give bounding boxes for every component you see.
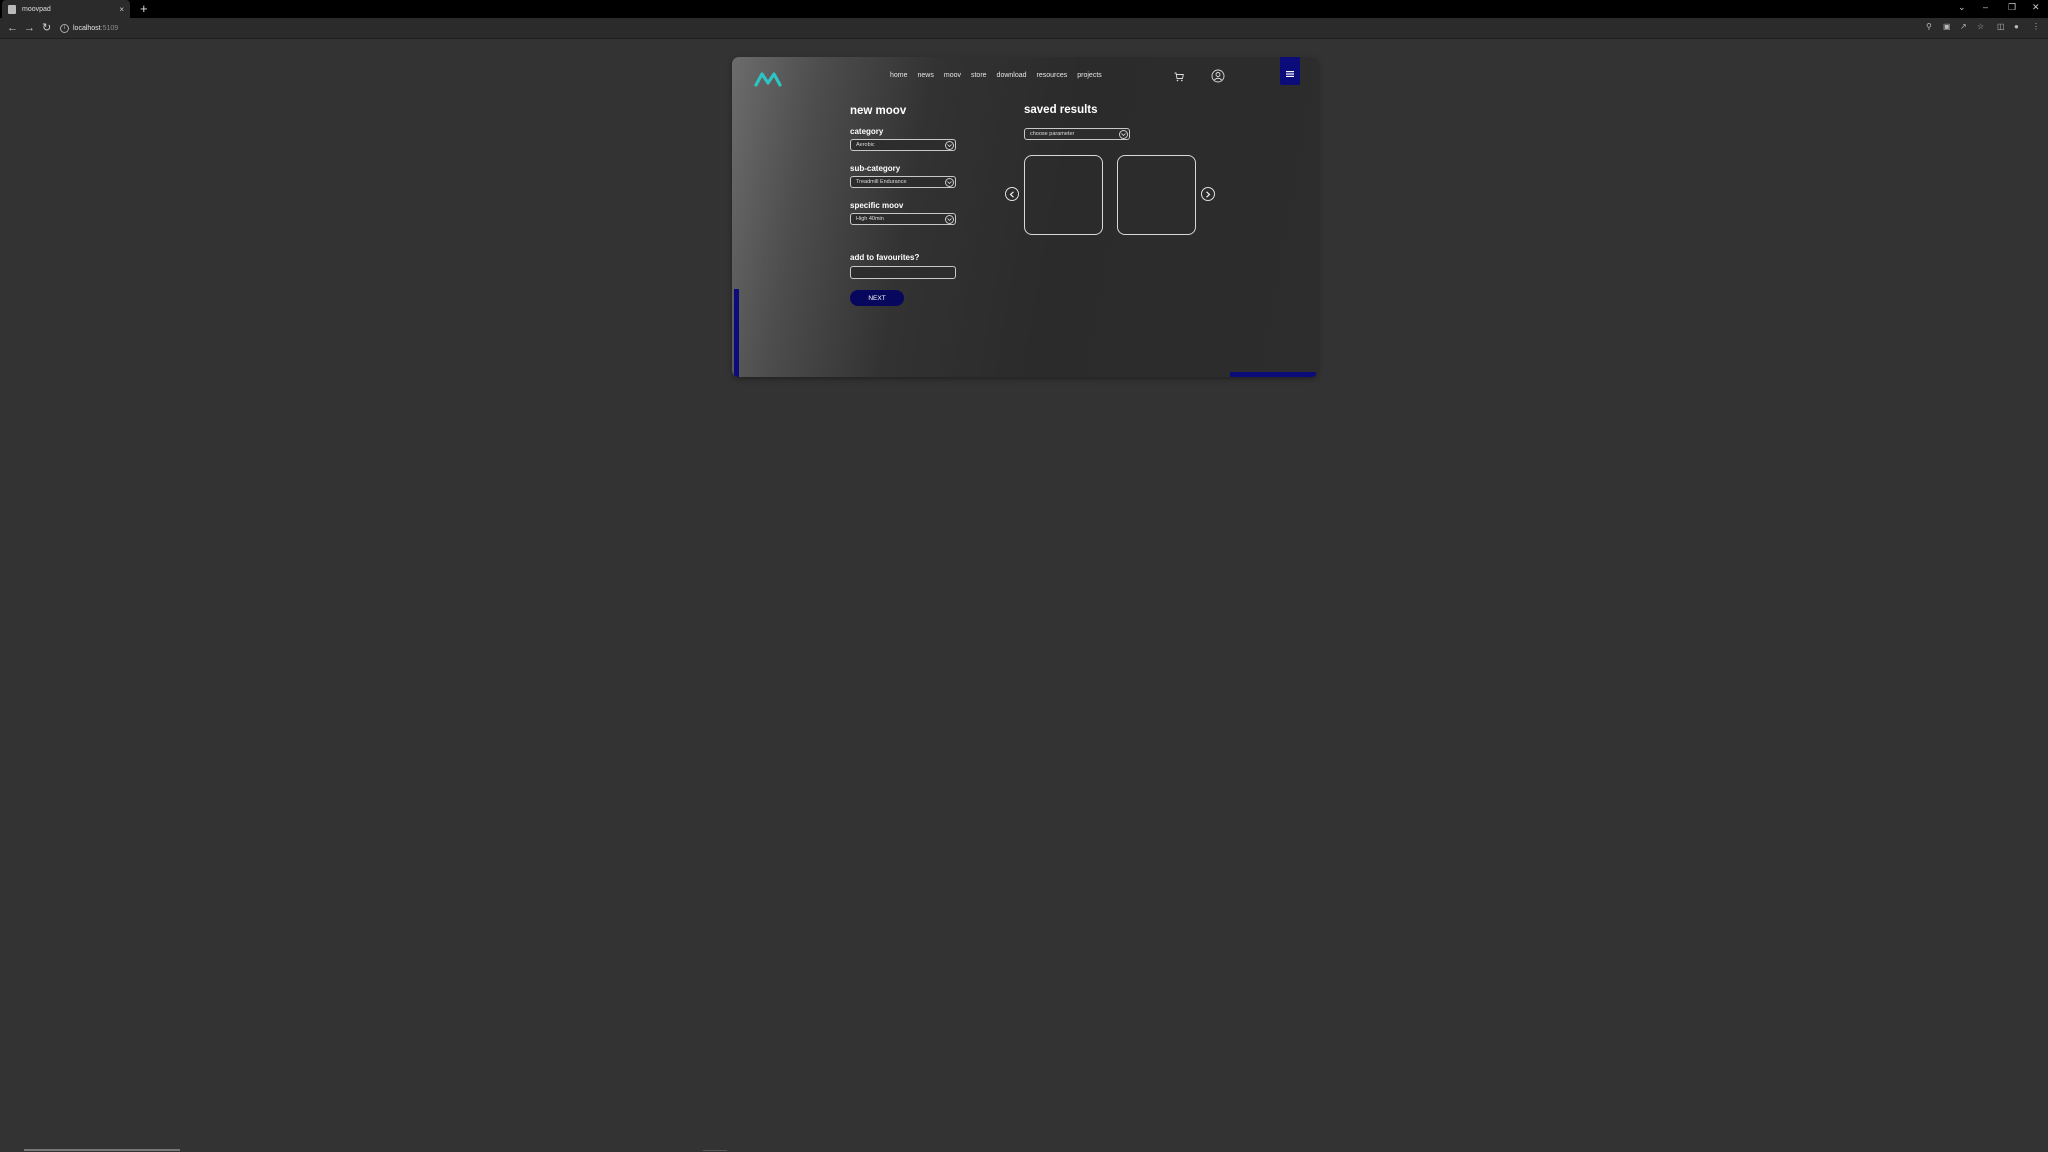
prev-result-button[interactable]	[1005, 187, 1019, 201]
specific-moov-value: High 40min	[856, 216, 884, 222]
url-port: :5109	[100, 24, 119, 32]
moovpad-logo-icon[interactable]	[754, 70, 782, 88]
install-app-icon[interactable]: ▣	[1943, 23, 1951, 31]
forward-arrow-icon[interactable]: →	[24, 21, 35, 35]
share-icon[interactable]: ↗	[1960, 23, 1968, 31]
category-select[interactable]: Aerobic	[850, 139, 956, 151]
url-host: localhost	[73, 24, 101, 32]
chevron-down-icon	[945, 214, 954, 224]
horizontal-scrollbar[interactable]	[24, 1149, 180, 1151]
nav-item-news[interactable]: news	[918, 72, 934, 79]
parameter-value: choose parameter	[1030, 131, 1075, 137]
hamburger-menu-button[interactable]	[1280, 57, 1300, 85]
side-panel-icon[interactable]: ◫	[1997, 23, 2005, 31]
category-value: Aerobic	[856, 142, 875, 148]
key-icon[interactable]: ⚲	[1926, 23, 1934, 31]
close-window-button[interactable]: ✕	[2032, 2, 2040, 13]
subcategory-value: Treadmill Endurance	[856, 179, 907, 185]
scroll-indicator	[703, 1150, 727, 1151]
address-bar[interactable]: i localhost :5109	[60, 21, 1910, 35]
main-nav: home news moov store download resources …	[890, 72, 1102, 79]
cart-icon[interactable]	[1174, 72, 1184, 82]
chevron-down-icon	[945, 140, 954, 150]
new-moov-title: new moov	[850, 105, 907, 117]
profile-icon[interactable]: ●	[2014, 23, 2022, 31]
subcategory-select[interactable]: Treadmill Endurance	[850, 176, 956, 188]
bookmark-star-icon[interactable]: ☆	[1977, 23, 1985, 31]
saved-result-card[interactable]	[1024, 155, 1103, 235]
specific-moov-select[interactable]: High 40min	[850, 213, 956, 225]
chevron-down-icon	[945, 177, 954, 187]
nav-item-download[interactable]: download	[997, 72, 1027, 79]
page-favicon-icon	[8, 4, 16, 14]
browser-tab[interactable]: moovpad ×	[2, 0, 130, 18]
site-info-icon[interactable]: i	[60, 23, 69, 33]
reload-icon[interactable]: ↻	[42, 21, 51, 35]
category-label: category	[850, 127, 884, 136]
saved-results-title: saved results	[1024, 104, 1098, 116]
moovpad-app-card: home news moov store download resources …	[732, 57, 1318, 377]
nav-item-moov[interactable]: moov	[944, 72, 961, 79]
tab-search-icon[interactable]: ⌄	[1958, 2, 1966, 13]
chevron-down-icon	[1119, 129, 1128, 139]
specific-moov-label: specific moov	[850, 201, 904, 210]
chevron-left-circle-icon	[1009, 190, 1014, 198]
user-circle-icon[interactable]	[1211, 69, 1225, 83]
nav-item-home[interactable]: home	[890, 72, 908, 79]
chevron-right-circle-icon	[1206, 190, 1211, 198]
nav-item-resources[interactable]: resources	[1037, 72, 1068, 79]
browser-menu-icon[interactable]: ⋮	[2032, 23, 2040, 31]
parameter-select[interactable]: choose parameter	[1024, 128, 1130, 140]
bottom-accent-bar	[1230, 372, 1316, 377]
next-button[interactable]: NEXT	[850, 290, 904, 306]
tab-close-icon[interactable]: ×	[119, 5, 124, 14]
favourites-label: add to favourites?	[850, 253, 920, 262]
hamburger-menu-icon	[1286, 71, 1294, 77]
favourites-input[interactable]	[850, 266, 956, 279]
browser-toolbar: ← → ↻ i localhost :5109 ⚲ ▣ ↗ ☆ ◫ ● ⋮	[0, 18, 2048, 39]
subcategory-label: sub-category	[850, 164, 901, 173]
nav-item-store[interactable]: store	[971, 72, 987, 79]
saved-result-card[interactable]	[1117, 155, 1196, 235]
nav-item-projects[interactable]: projects	[1077, 72, 1102, 79]
maximize-window-button[interactable]: ❐	[2008, 2, 2016, 13]
next-result-button[interactable]	[1201, 187, 1215, 201]
tab-title: moovpad	[22, 5, 51, 13]
browser-tab-bar: moovpad × + ⌄ – ❐ ✕	[0, 0, 2048, 18]
left-accent-bar	[734, 289, 739, 377]
new-tab-button[interactable]: +	[140, 1, 148, 17]
back-arrow-icon[interactable]: ←	[7, 21, 18, 35]
minimize-window-button[interactable]: –	[1983, 2, 1988, 12]
